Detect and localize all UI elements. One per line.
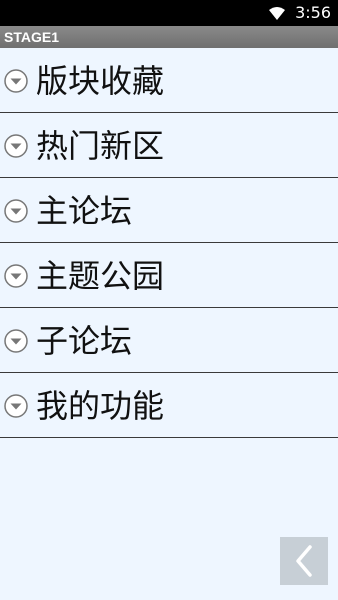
menu-item-my-functions[interactable]: 我的功能 [0, 373, 338, 438]
expand-circle-icon [4, 329, 28, 353]
menu-item-label: 子论坛 [36, 322, 133, 360]
menu-item-label: 我的功能 [36, 387, 165, 425]
expand-circle-icon [4, 134, 28, 158]
menu-item-label: 主论坛 [36, 192, 133, 230]
wifi-icon [268, 6, 286, 20]
menu-item-label: 主题公园 [36, 257, 165, 295]
menu-list: 版块收藏 热门新区 主论坛 主题公园 子论坛 我的功能 [0, 48, 338, 438]
status-time: 3:56 [295, 3, 331, 22]
expand-circle-icon [4, 199, 28, 223]
expand-circle-icon [4, 264, 28, 288]
menu-item-favorite-boards[interactable]: 版块收藏 [0, 48, 338, 113]
menu-item-hot-new-zone[interactable]: 热门新区 [0, 113, 338, 178]
menu-item-theme-park[interactable]: 主题公园 [0, 243, 338, 308]
expand-circle-icon [4, 69, 28, 93]
menu-item-sub-forum[interactable]: 子论坛 [0, 308, 338, 373]
expand-circle-icon [4, 394, 28, 418]
menu-item-label: 热门新区 [36, 127, 165, 165]
app-title: STAGE1 [4, 29, 59, 45]
back-button[interactable] [280, 537, 328, 585]
menu-item-main-forum[interactable]: 主论坛 [0, 178, 338, 243]
menu-item-label: 版块收藏 [36, 62, 165, 100]
status-bar: 3:56 [0, 0, 338, 26]
app-bar: STAGE1 [0, 26, 338, 48]
